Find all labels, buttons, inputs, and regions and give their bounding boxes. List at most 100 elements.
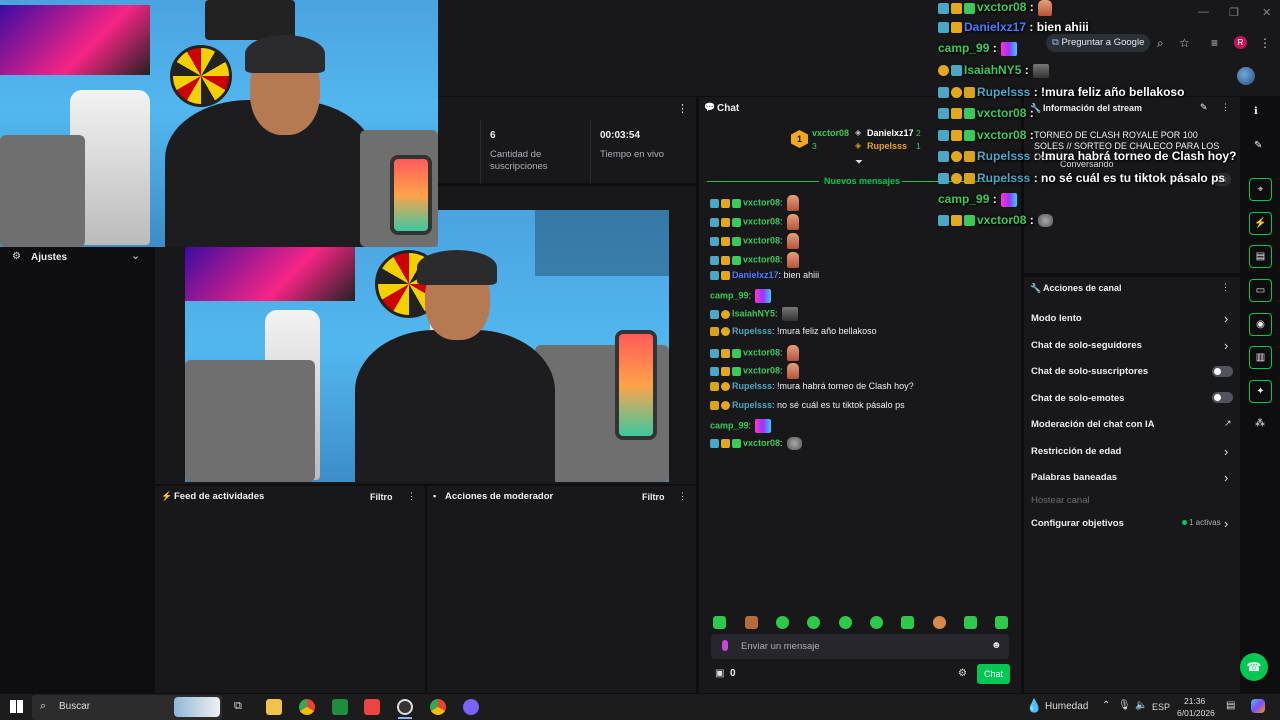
info-icon[interactable]: ℹ [1254, 106, 1258, 117]
microphone-icon[interactable] [722, 640, 728, 651]
chat-message: IsaiahNY5: [710, 307, 798, 321]
user-avatar[interactable] [1237, 67, 1255, 85]
settings-label[interactable]: Ajustes [31, 252, 67, 263]
emote-button[interactable] [964, 616, 977, 629]
language-indicator[interactable]: ESP [1152, 702, 1170, 712]
followers-only-item[interactable]: Chat de solo-seguidores [1031, 340, 1142, 351]
emote-button[interactable] [870, 616, 883, 629]
rail-broadcast-button[interactable]: ◉ [1249, 313, 1272, 336]
activity-menu-icon[interactable]: ⋮ [407, 491, 416, 502]
emote-button[interactable] [745, 616, 758, 629]
rail-lightning-button[interactable]: ⚡ [1249, 212, 1272, 235]
emote-button[interactable] [807, 616, 820, 629]
overlay-chat-line: Rupelsss : !mura habrá torneo de Clash h… [938, 149, 1236, 163]
clock-time[interactable]: 21:36 [1184, 696, 1205, 706]
emote-icon [786, 345, 799, 361]
weather-label[interactable]: Humedad [1045, 701, 1088, 712]
sheets-icon[interactable] [332, 699, 348, 715]
restore-icon[interactable]: ❐ [1229, 6, 1239, 19]
speaker-icon[interactable]: 🔈 [1135, 700, 1147, 711]
stream-preview[interactable] [185, 210, 669, 482]
channel-actions-title: Acciones de canal [1043, 283, 1122, 293]
help-button[interactable]: ☎ [1240, 653, 1268, 681]
obs-icon[interactable] [397, 699, 413, 715]
chevron-right-icon[interactable]: › [1224, 470, 1228, 485]
taskbar-search-label: Buscar [59, 701, 91, 712]
app-icon[interactable] [364, 699, 380, 715]
goals-item[interactable]: Configurar objetivos [1031, 518, 1124, 529]
reading-list-icon[interactable]: ≡ [1211, 36, 1218, 50]
rail-tools-button[interactable]: ✦ [1249, 380, 1272, 403]
host-channel-item: Hostear canal [1031, 495, 1090, 506]
stats-menu-icon[interactable]: ⋮ [677, 102, 688, 115]
slow-mode-item[interactable]: Modo lento [1031, 313, 1082, 324]
points-count: 0 [730, 668, 736, 679]
emote-button[interactable] [933, 616, 946, 629]
clock-date[interactable]: 6/01/2026 [1177, 708, 1215, 718]
mod-menu-icon[interactable]: ⋮ [678, 491, 687, 502]
stream-info-menu-icon[interactable]: ⋮ [1221, 102, 1230, 113]
emote-button[interactable] [995, 616, 1008, 629]
rail-notes-button[interactable]: ▤ [1249, 245, 1272, 268]
microphone-icon[interactable]: 🎙 [1118, 700, 1131, 711]
ask-google-button[interactable]: ⧉ Preguntar a Google [1046, 34, 1150, 52]
close-icon[interactable]: ✕ [1262, 6, 1271, 19]
notifications-icon[interactable]: ▤ [1226, 700, 1235, 711]
browser-menu-icon[interactable]: ⋮ [1259, 36, 1271, 50]
emote-icon [786, 195, 799, 211]
chat-message: Rupelsss: no sé cuál es tu tiktok pásalo… [710, 400, 905, 411]
task-view-icon[interactable]: ⧉ [234, 700, 242, 713]
edit-icon[interactable]: ✎ [1200, 102, 1208, 113]
minimize-icon[interactable]: — [1198, 6, 1209, 18]
mod-filter-button[interactable]: Filtro [642, 492, 665, 502]
age-restriction-item[interactable]: Restricción de edad [1031, 446, 1121, 457]
chrome-icon[interactable] [299, 699, 315, 715]
sidebar [0, 247, 152, 693]
copilot-icon[interactable] [1251, 699, 1265, 713]
more-icon[interactable]: ⁂ [1255, 418, 1265, 429]
emote-button[interactable] [713, 616, 726, 629]
subscribers-only-toggle[interactable] [1212, 366, 1233, 377]
file-explorer-icon[interactable] [266, 699, 282, 715]
chat-message: vxctor08: [710, 363, 799, 379]
emote-only-toggle[interactable] [1212, 392, 1233, 403]
chat-settings-icon[interactable]: ⚙ [958, 668, 967, 679]
bookmark-star-icon[interactable]: ☆ [1179, 36, 1190, 50]
overlay-chat-line: Danielxz17 : bien ahiii [938, 20, 1089, 34]
rail-chat-button[interactable]: ▭ [1249, 279, 1272, 302]
chevron-down-icon[interactable]: ⌄ [131, 249, 140, 262]
rank-3-icon: ◈ [855, 141, 862, 150]
chevron-up-icon[interactable]: ⌃ [1102, 700, 1110, 711]
rail-layout-button[interactable]: ▥ [1249, 346, 1272, 369]
chevron-right-icon[interactable]: › [1224, 444, 1228, 459]
activity-filter-button[interactable]: Filtro [370, 492, 393, 502]
chevron-right-icon[interactable]: › [1224, 338, 1228, 353]
ai-moderation-item[interactable]: Moderación del chat con IA [1031, 419, 1155, 430]
profile-avatar[interactable]: R [1234, 36, 1247, 49]
send-chat-button[interactable]: Chat [977, 664, 1010, 684]
emote-button[interactable] [839, 616, 852, 629]
emote-button[interactable] [776, 616, 789, 629]
rail-focus-button[interactable]: ⌖ [1249, 178, 1272, 201]
leader-name[interactable]: vxctor08 [812, 128, 849, 138]
zoom-icon[interactable]: ⌕ [1157, 36, 1164, 51]
emote-icon [786, 252, 799, 268]
channel-actions-menu-icon[interactable]: ⋮ [1221, 282, 1230, 293]
chrome-profile-icon[interactable] [430, 699, 446, 715]
chevron-right-icon[interactable]: › [1224, 311, 1228, 326]
expand-leaderboard-icon[interactable]: ⏷ [855, 157, 863, 168]
pencil-icon[interactable]: ✎ [1254, 140, 1262, 151]
leader-name[interactable]: Rupelsss [867, 141, 907, 151]
app-icon[interactable] [463, 699, 479, 715]
leader-name[interactable]: Danielxz17 [867, 128, 914, 138]
chat-message: Rupelsss: !mura feliz año bellakoso [710, 326, 877, 337]
windows-start-icon[interactable] [10, 700, 23, 713]
emoji-icon[interactable]: ☻ [991, 640, 1002, 651]
banned-words-item[interactable]: Palabras baneadas [1031, 472, 1117, 483]
chat-message: vxctor08: [710, 252, 799, 268]
store-icon[interactable]: ▣ [715, 668, 724, 679]
external-link-icon[interactable]: ↗ [1224, 418, 1232, 429]
emote-button[interactable] [901, 616, 914, 629]
chevron-right-icon[interactable]: › [1224, 516, 1228, 531]
lightning-icon: ⚡ [161, 491, 173, 501]
